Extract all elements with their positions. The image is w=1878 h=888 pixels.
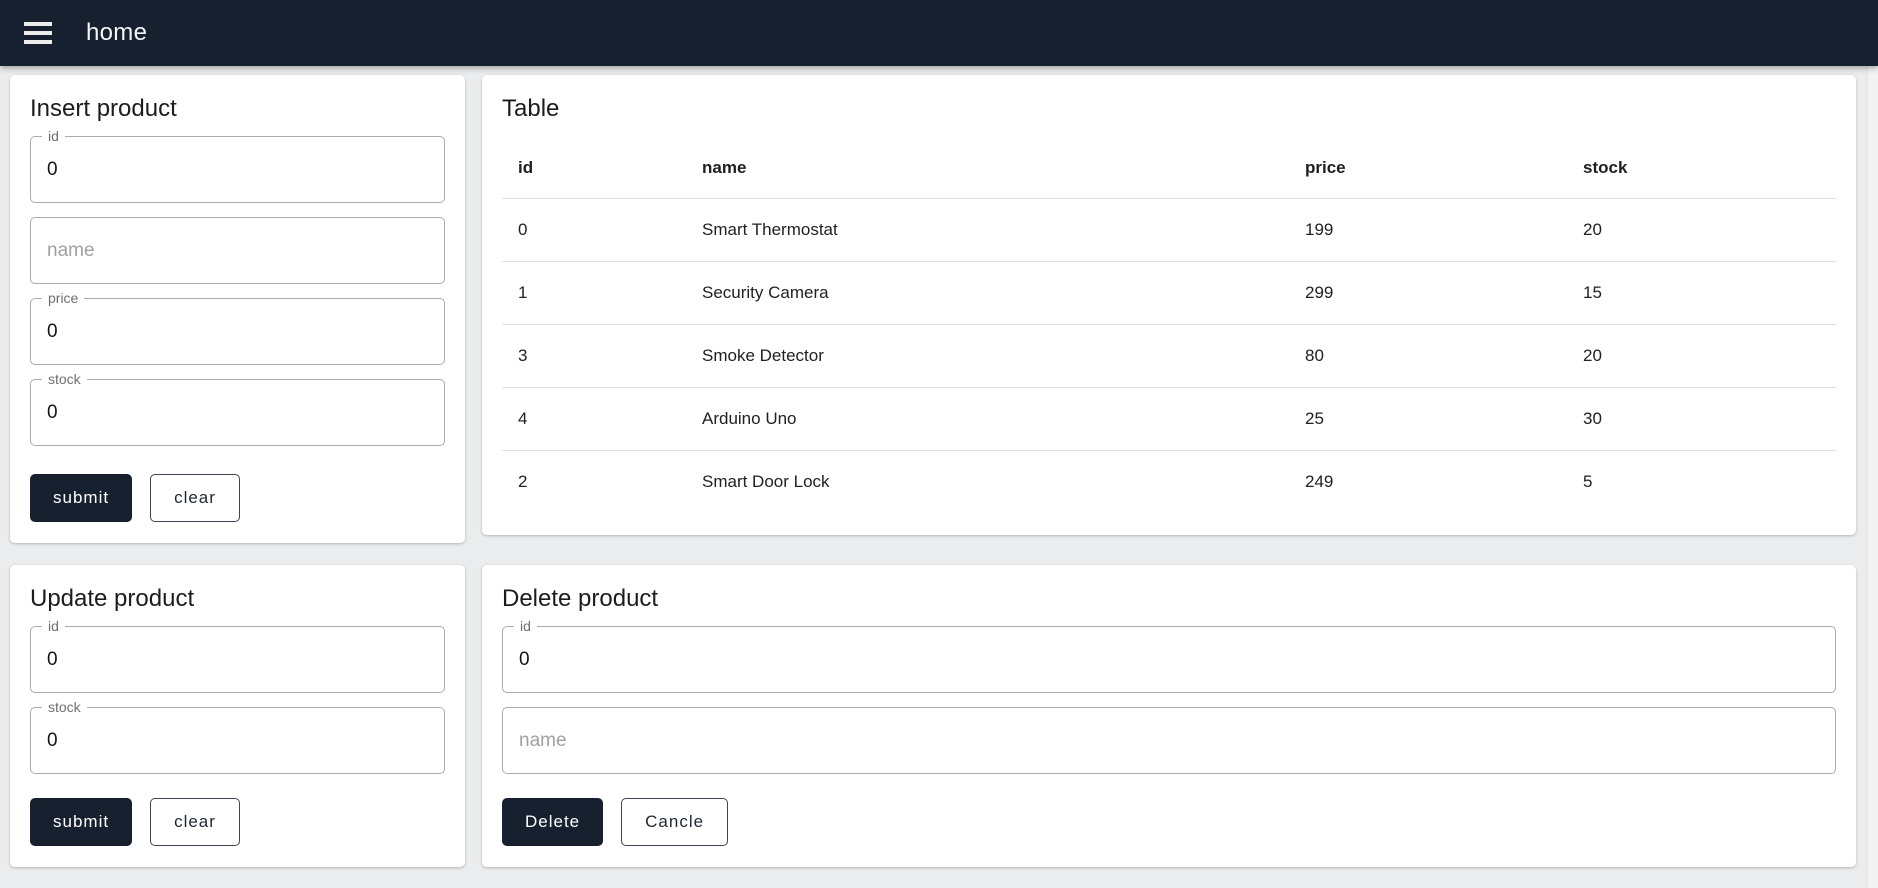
table-header-price: price — [1289, 136, 1567, 199]
delete-id-label: id — [514, 618, 537, 635]
table-cell-id: 4 — [502, 387, 686, 451]
table-cell-stock: 20 — [1567, 324, 1836, 388]
insert-submit-button[interactable]: submit — [30, 474, 133, 522]
table-card: Table id name price stock 0 Smart Thermos… — [482, 75, 1856, 535]
table-cell-name: Arduino Uno — [686, 387, 1289, 451]
delete-id-field: id — [502, 618, 1836, 693]
hamburger-menu-icon[interactable] — [24, 22, 54, 44]
table-cell-id: 3 — [502, 324, 686, 388]
insert-price-label: price — [42, 290, 85, 307]
delete-name-input[interactable] — [519, 729, 1819, 752]
update-id-label: id — [42, 618, 65, 635]
table-row: 3 Smoke Detector 80 20 — [502, 324, 1836, 388]
delete-card-title: Delete product — [502, 585, 659, 612]
table-row: 2 Smart Door Lock 249 5 — [502, 451, 1836, 515]
delete-button[interactable]: Delete — [502, 798, 604, 846]
table-row: 0 Smart Thermostat 199 20 — [502, 198, 1836, 262]
table-cell-price: 80 — [1289, 324, 1567, 388]
delete-name-field — [502, 707, 1836, 774]
table-header-stock: stock — [1567, 136, 1836, 199]
page-scrollbar[interactable] — [1867, 66, 1878, 888]
cancel-button[interactable]: Cancle — [621, 798, 729, 846]
insert-name-field — [30, 217, 445, 284]
table-cell-price: 299 — [1289, 261, 1567, 325]
insert-stock-label: stock — [42, 371, 87, 388]
update-stock-label: stock — [42, 699, 87, 716]
insert-stock-field: stock — [30, 371, 445, 446]
update-button-row: submit clear — [30, 798, 445, 846]
delete-button-row: Delete Cancle — [502, 798, 1836, 846]
table-header-row: id name price stock — [502, 136, 1836, 199]
update-stock-field: stock — [30, 699, 445, 774]
products-table: id name price stock 0 Smart Thermostat 199… — [502, 136, 1836, 514]
insert-id-input[interactable] — [47, 158, 428, 181]
table-header-id: id — [502, 136, 686, 199]
update-product-card: Update product id stock submit clear — [10, 565, 465, 867]
table-cell-name: Smart Door Lock — [702, 472, 830, 491]
table-cell-id: 1 — [502, 261, 686, 325]
page-title: home — [86, 19, 148, 46]
table-cell-stock: 30 — [1567, 387, 1836, 451]
insert-id-label: id — [42, 128, 65, 145]
main-content: Insert product id price stock submit cle… — [0, 66, 1878, 877]
update-submit-button[interactable]: submit — [30, 798, 133, 846]
table-card-title: Table — [502, 95, 560, 122]
table-cell-stock: 5 — [1583, 472, 1593, 491]
update-id-input[interactable] — [47, 648, 428, 671]
insert-card-title: Insert product — [30, 95, 177, 122]
table-cell-price: 199 — [1289, 198, 1567, 262]
table-row: 1 Security Camera 299 15 — [502, 261, 1836, 325]
delete-product-card: Delete product id Delete Cancle — [482, 565, 1856, 867]
insert-clear-button[interactable]: clear — [150, 474, 240, 522]
table-cell-name: Security Camera — [686, 261, 1289, 325]
table-cell-id: 0 — [502, 198, 686, 262]
table-cell-stock: 20 — [1567, 198, 1836, 262]
insert-name-input[interactable] — [47, 239, 428, 262]
insert-price-input[interactable] — [47, 320, 428, 343]
insert-id-field: id — [30, 128, 445, 203]
table-row: 4 Arduino Uno 25 30 — [502, 387, 1836, 451]
update-id-field: id — [30, 618, 445, 693]
table-cell-name: Smoke Detector — [686, 324, 1289, 388]
update-clear-button[interactable]: clear — [150, 798, 240, 846]
delete-id-input[interactable] — [519, 648, 1819, 671]
table-cell-stock: 15 — [1567, 261, 1836, 325]
insert-price-field: price — [30, 290, 445, 365]
insert-stock-input[interactable] — [47, 401, 428, 424]
insert-button-row: submit clear — [30, 474, 445, 522]
table-cell-price: 249 — [1305, 472, 1334, 491]
app-bar: home — [0, 0, 1878, 66]
insert-product-card: Insert product id price stock submit cle… — [10, 75, 465, 543]
table-header-name: name — [686, 136, 1289, 199]
table-body: 0 Smart Thermostat 199 20 1 Security Camera 29… — [502, 198, 1836, 515]
table-cell-price: 25 — [1289, 387, 1567, 451]
update-card-title: Update product — [30, 585, 195, 612]
update-stock-input[interactable] — [47, 729, 428, 752]
table-cell-id: 2 — [518, 472, 528, 491]
table-cell-name: Smart Thermostat — [686, 198, 1289, 262]
